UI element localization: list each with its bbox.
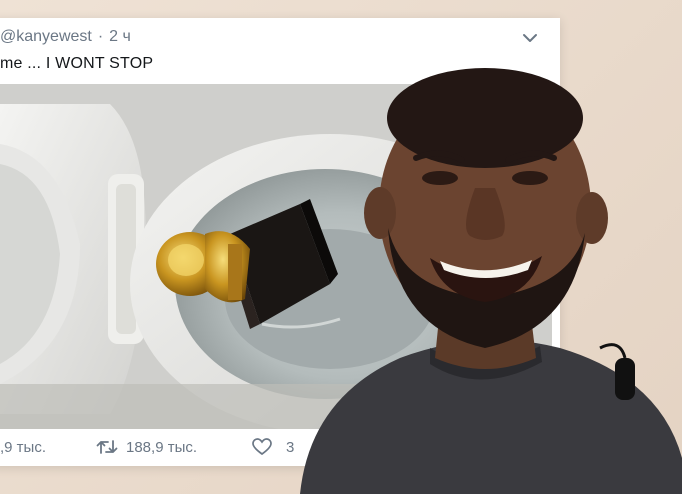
tweet-timestamp[interactable]: 2 ч [109,28,131,46]
tweet-text: me ... I WONT STOP [0,55,154,72]
user-handle[interactable]: @kanyewest [0,28,92,46]
tweet-header: @kanyewest · 2 ч [0,26,131,48]
heart-icon [252,438,272,456]
reply-action[interactable]: ,9 тыс. [0,439,46,456]
retweet-action[interactable]: 188,9 тыс. [96,438,197,456]
separator: · [97,28,104,45]
chevron-down-icon[interactable] [520,28,540,48]
person-photo [300,68,682,494]
reply-count: ,9 тыс. [0,438,46,456]
retweet-icon [96,440,118,454]
retweet-count: 188,9 тыс. [126,438,198,456]
